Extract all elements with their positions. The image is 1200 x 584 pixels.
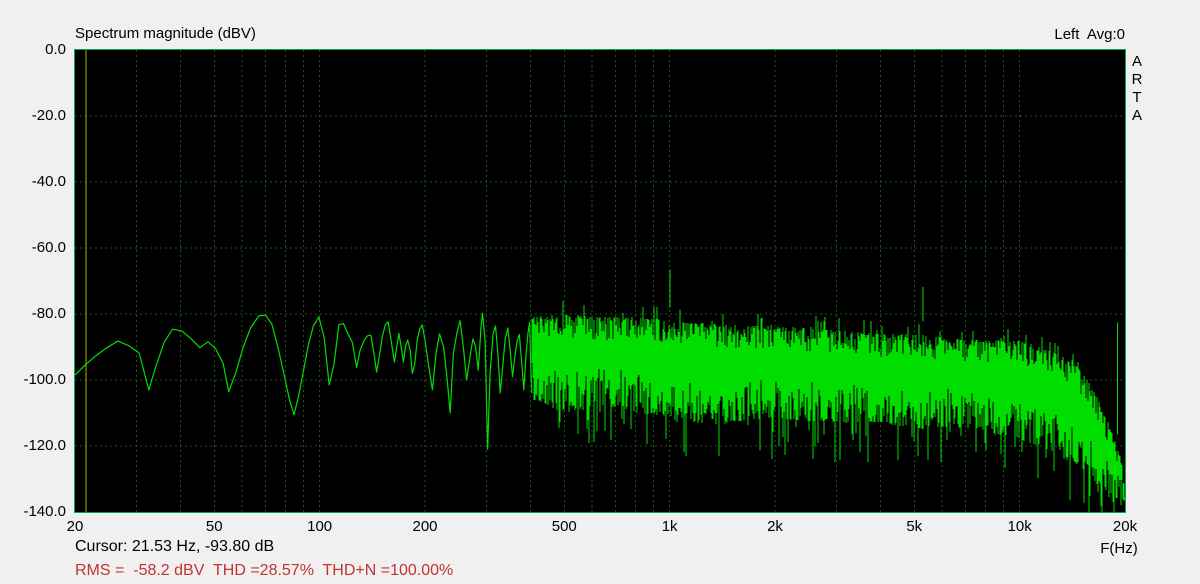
spectrum-trace-noise — [531, 301, 1125, 512]
x-tick-label: 500 — [551, 518, 577, 535]
channel-average-info: Left Avg:0 — [1054, 26, 1125, 43]
arta-window: Spectrum magnitude (dBV) Left Avg:0 A R … — [0, 0, 1200, 584]
x-tick-label: 50 — [205, 518, 223, 535]
y-tick-label: -100.0 — [23, 371, 66, 388]
y-tick-label: 0.0 — [45, 41, 66, 58]
x-tick-label: 5k — [906, 518, 923, 535]
y-tick-label: -60.0 — [31, 239, 66, 256]
arta-watermark: A R T A — [1131, 53, 1143, 124]
x-tick-label: 2k — [767, 518, 783, 535]
x-tick-label: 20k — [1112, 518, 1138, 535]
y-tick-label: -80.0 — [31, 305, 66, 322]
x-tick-label: 10k — [1007, 518, 1032, 535]
rms-thd-readout: RMS = -58.2 dBV THD =28.57% THD+N =100.0… — [75, 562, 454, 579]
cursor-readout: Cursor: 21.53 Hz, -93.80 dB — [75, 538, 275, 555]
plot-title: Spectrum magnitude (dBV) — [75, 25, 256, 42]
y-tick-label: -120.0 — [23, 437, 66, 454]
x-axis-unit-label: F(Hz) — [1100, 540, 1138, 557]
y-tick-label: -20.0 — [31, 107, 66, 124]
x-tick-label: 100 — [307, 518, 333, 535]
spectrum-plot[interactable] — [75, 50, 1125, 512]
x-tick-label: 200 — [412, 518, 438, 535]
y-tick-label: -40.0 — [31, 173, 66, 190]
x-tick-label: 1k — [661, 518, 678, 535]
x-tick-label: 20 — [66, 518, 84, 535]
